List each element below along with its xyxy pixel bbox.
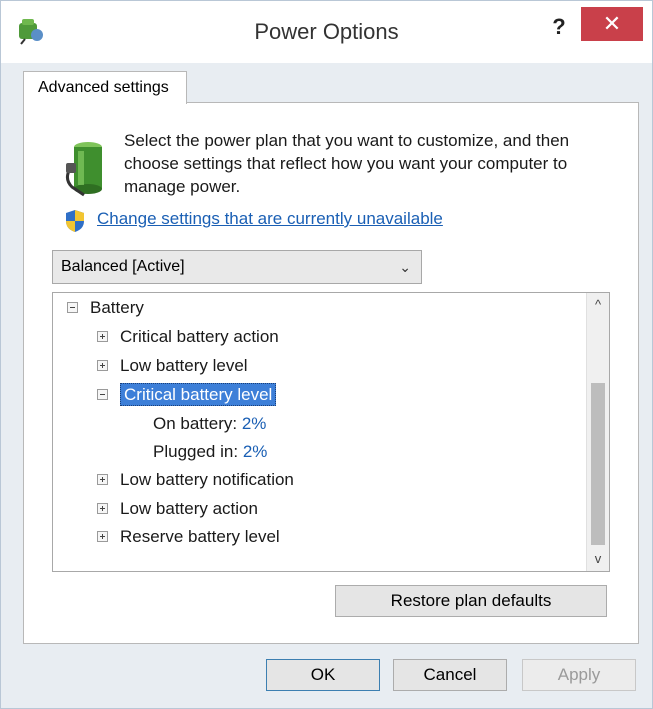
ok-button[interactable]: OK: [266, 659, 380, 691]
tree-item-critical-battery-level[interactable]: Critical battery level: [97, 383, 277, 407]
tree-item-label: Low battery level: [120, 356, 248, 375]
close-button[interactable]: ✕: [581, 7, 643, 41]
setting-label: On battery:: [153, 414, 238, 433]
collapse-icon[interactable]: [67, 302, 78, 314]
advanced-settings-panel: Select the power plan that you want to c…: [23, 102, 639, 644]
tree-item-label-selected: Critical battery level: [120, 383, 277, 406]
tree-item-on-battery[interactable]: On battery: 2%: [153, 412, 266, 436]
restore-plan-defaults-button[interactable]: Restore plan defaults: [335, 585, 607, 617]
tree-scrollbar[interactable]: ^ v: [586, 293, 609, 571]
tree-item-reserve-battery-level[interactable]: Reserve battery level: [97, 525, 280, 549]
tree-item-critical-battery-action[interactable]: Critical battery action: [97, 325, 279, 349]
power-options-window: Power Options ? ✕ Advanced settings Sele…: [0, 0, 653, 709]
tree-item-label: Low battery notification: [120, 470, 294, 489]
apply-button[interactable]: Apply: [522, 659, 636, 691]
chevron-down-icon: ⌄: [399, 259, 411, 275]
setting-label: Plugged in:: [153, 442, 239, 461]
help-button[interactable]: ?: [539, 9, 579, 45]
description-text: Select the power plan that you want to c…: [124, 131, 570, 196]
tree-item-plugged-in[interactable]: Plugged in: 2%: [153, 440, 267, 464]
tree-item-label: Reserve battery level: [120, 527, 280, 546]
scroll-down-icon[interactable]: v: [587, 547, 609, 571]
plugged-in-value[interactable]: 2%: [243, 442, 268, 461]
scroll-up-icon[interactable]: ^: [587, 293, 609, 317]
expand-icon[interactable]: [97, 360, 108, 372]
tree-item-label: Low battery action: [120, 499, 258, 518]
tree-item-low-battery-level[interactable]: Low battery level: [97, 354, 248, 378]
tree-item-low-battery-notification[interactable]: Low battery notification: [97, 468, 294, 492]
power-plan-value: Balanced [Active]: [61, 258, 185, 275]
tree-item-low-battery-action[interactable]: Low battery action: [97, 497, 258, 521]
expand-icon[interactable]: [97, 503, 108, 515]
expand-icon[interactable]: [97, 331, 108, 343]
tree-item-label: Critical battery action: [120, 327, 279, 346]
expand-icon[interactable]: [97, 531, 108, 543]
change-settings-link[interactable]: Change settings that are currently unava…: [97, 209, 443, 229]
power-plan-select[interactable]: Balanced [Active] ⌄: [52, 250, 422, 284]
expand-icon[interactable]: [97, 474, 108, 486]
tree-item-label: Battery: [90, 298, 144, 317]
settings-tree[interactable]: Battery Critical battery action Low batt…: [52, 292, 610, 572]
battery-plug-icon: [65, 142, 102, 197]
cancel-button[interactable]: Cancel: [393, 659, 507, 691]
title-bar: Power Options ? ✕: [1, 1, 652, 63]
tab-advanced-settings[interactable]: Advanced settings: [23, 71, 187, 104]
on-battery-value[interactable]: 2%: [242, 414, 267, 433]
scroll-thumb[interactable]: [591, 383, 605, 545]
tree-item-battery[interactable]: Battery: [67, 296, 144, 320]
uac-shield-icon: [66, 210, 84, 232]
collapse-icon[interactable]: [97, 389, 108, 401]
